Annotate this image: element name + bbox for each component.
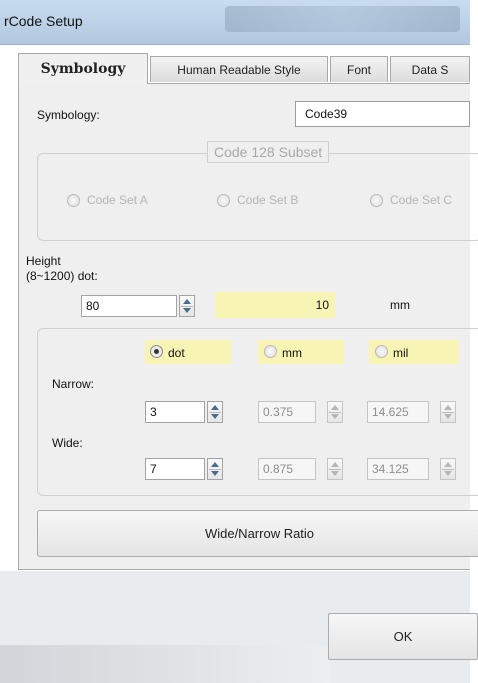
spin-up-icon	[211, 462, 219, 467]
height-label: Height	[26, 254, 61, 268]
code-set-b-radio[interactable]	[217, 194, 230, 207]
window-title: rCode Setup	[4, 13, 83, 29]
tab-strip: Symbology Human Readable Style Font Data…	[18, 53, 470, 84]
narrow-mil-input: 14.625	[367, 401, 429, 423]
spin-up-icon	[331, 405, 339, 410]
spin-up-icon	[183, 299, 191, 304]
unit-mil-radio[interactable]	[375, 345, 388, 358]
spin-up-icon	[444, 405, 452, 410]
narrow-label: Narrow:	[52, 377, 95, 391]
height-spinner[interactable]	[179, 295, 195, 317]
unit-dot-radio[interactable]	[150, 345, 163, 358]
symbology-select[interactable]: Code39	[295, 101, 470, 127]
wide-mil-input: 34.125	[367, 458, 429, 480]
title-bar: rCode Setup	[0, 0, 470, 45]
tab-symbology[interactable]: Symbology	[18, 53, 148, 84]
spin-down-icon	[444, 414, 452, 419]
height-range-label: (8~1200) dot:	[26, 269, 98, 283]
code-set-a-radio[interactable]	[67, 194, 80, 207]
title-bar-background	[225, 6, 460, 32]
spin-down-icon	[331, 471, 339, 476]
height-mm-unit: mm	[390, 298, 410, 312]
wide-dot-input[interactable]: 7	[145, 458, 205, 480]
spin-up-icon	[444, 462, 452, 467]
height-mm-box: 10	[215, 292, 335, 318]
wide-mm-input: 0.875	[258, 458, 316, 480]
wide-mil-spinner	[440, 458, 456, 480]
narrow-mm-input: 0.375	[258, 401, 316, 423]
unit-mm-radio[interactable]	[264, 345, 277, 358]
wide-dot-spinner[interactable]	[207, 458, 223, 480]
unit-dot-label: dot	[168, 346, 185, 360]
spin-down-icon	[331, 414, 339, 419]
code-set-c-radio[interactable]	[370, 194, 383, 207]
narrow-mil-spinner	[440, 401, 456, 423]
height-mm-value: 10	[315, 298, 329, 312]
code-set-a-label: Code Set A	[87, 193, 148, 207]
wide-narrow-ratio-button[interactable]: Wide/Narrow Ratio	[37, 510, 478, 557]
code-set-b-label: Code Set B	[237, 193, 299, 207]
spin-down-icon	[444, 471, 452, 476]
tab-human-readable-style[interactable]: Human Readable Style	[150, 56, 328, 82]
spin-up-icon	[211, 405, 219, 410]
symbology-value: Code39	[305, 107, 348, 121]
ok-button[interactable]: OK	[328, 613, 478, 660]
unit-mil-label: mil	[393, 346, 409, 360]
spin-down-icon	[183, 308, 191, 313]
height-dot-input[interactable]: 80	[81, 295, 177, 317]
wide-mm-spinner	[327, 458, 343, 480]
spin-down-icon	[211, 471, 219, 476]
spin-down-icon	[211, 414, 219, 419]
narrow-mm-spinner	[327, 401, 343, 423]
tab-data-setup[interactable]: Data S	[390, 56, 470, 82]
narrow-dot-spinner[interactable]	[207, 401, 223, 423]
unit-mm-label: mm	[282, 346, 302, 360]
narrow-dot-input[interactable]: 3	[145, 401, 205, 423]
footer-shadow	[0, 645, 330, 683]
tab-font[interactable]: Font	[330, 56, 388, 82]
spin-up-icon	[331, 462, 339, 467]
symbology-label: Symbology:	[37, 108, 100, 122]
code-set-c-label: Code Set C	[390, 193, 453, 207]
code128-subset-title: Code 128 Subset	[207, 141, 330, 163]
wide-label: Wide:	[52, 436, 83, 450]
